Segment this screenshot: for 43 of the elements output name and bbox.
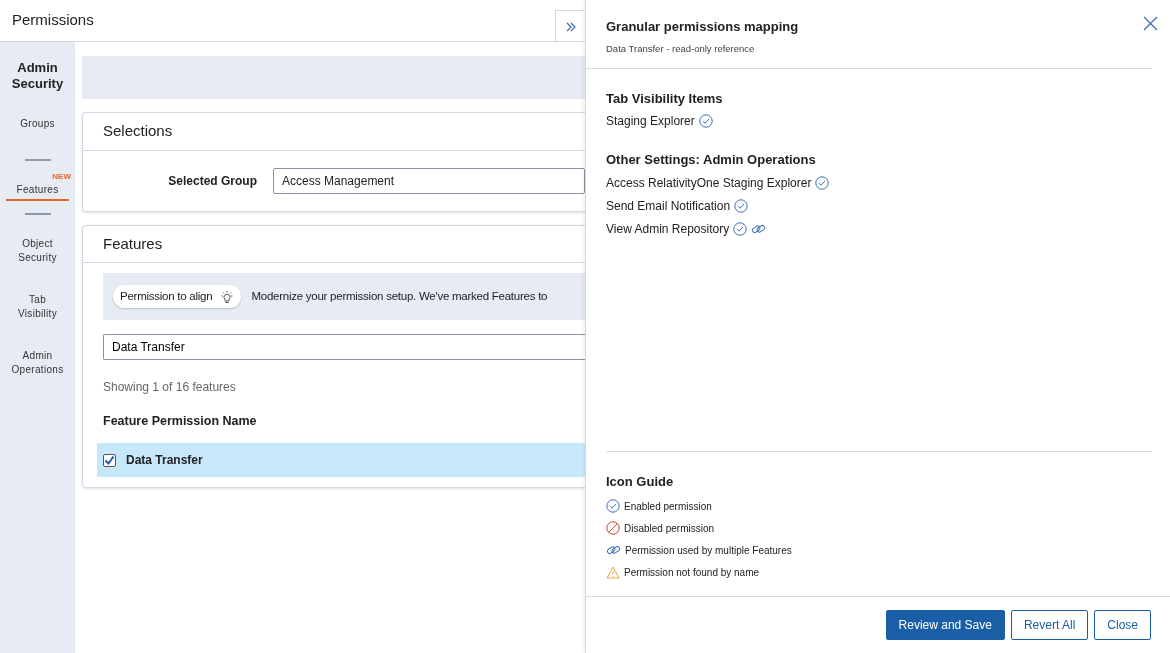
checkbox[interactable] [103,453,116,467]
sidebar-item[interactable]: Features [6,183,69,202]
link-icon [606,544,621,556]
sidebar-item[interactable]: Tab Visibility [6,293,69,328]
sidebar-item[interactable]: Object Security [6,237,69,272]
legend-label: Disabled permission [624,521,715,536]
section-heading: Tab Visibility Items [606,89,724,108]
column-header: Feature Permission Name [103,414,257,429]
lightbulb-icon [220,289,235,304]
group-select[interactable]: Access Management [273,167,585,194]
permission-label: Access RelativityOne Staging Explorer [606,174,812,192]
outline-button[interactable]: Revert All [1010,610,1089,640]
field-label: Selected Group [167,172,258,190]
card-title: Selections [103,122,173,139]
window-title: Permissions [11,10,94,31]
primary-button[interactable]: Review and Save [885,610,1005,640]
section-heading: Icon Guide [606,473,675,491]
check-circle-icon [606,499,620,513]
panel-title: Granular permissions mapping [606,18,800,36]
sidebar-heading: Admin Security [10,60,65,92]
table-row[interactable]: Data Transfer [97,443,585,477]
outline-button[interactable]: Close [1094,610,1151,640]
legend-label: Permission used by multiple Features [625,543,792,558]
legend-label: Enabled permission [624,499,712,514]
legend-label: Permission not found by name [624,565,760,580]
row-label: Data Transfer [126,452,203,469]
sidebar-item[interactable]: Admin Operations [6,349,69,384]
warning-icon [606,565,620,579]
sidebar-item[interactable]: Groups [6,117,69,138]
result-count: Showing 1 of 16 features [103,380,236,395]
card-title: Features [103,234,163,252]
permission-label: View Admin Repository [606,220,730,238]
permission-label: Staging Explorer [606,113,695,131]
double-chevron-icon [564,20,577,33]
section-heading: Other Settings: Admin Operations [606,151,817,170]
new-label: NEW [52,173,71,182]
notice-text: Modernize your permission setup. We've marked Features to [251,289,548,304]
close-icon[interactable] [1143,14,1158,32]
search-field[interactable]: Data Transfer [103,334,585,361]
prohibited-icon [606,521,620,535]
status-pill: Permission to align [113,285,242,309]
permission-label: Send Email Notification [606,197,731,215]
panel-subtitle: Data Transfer - read-only reference [606,41,756,56]
